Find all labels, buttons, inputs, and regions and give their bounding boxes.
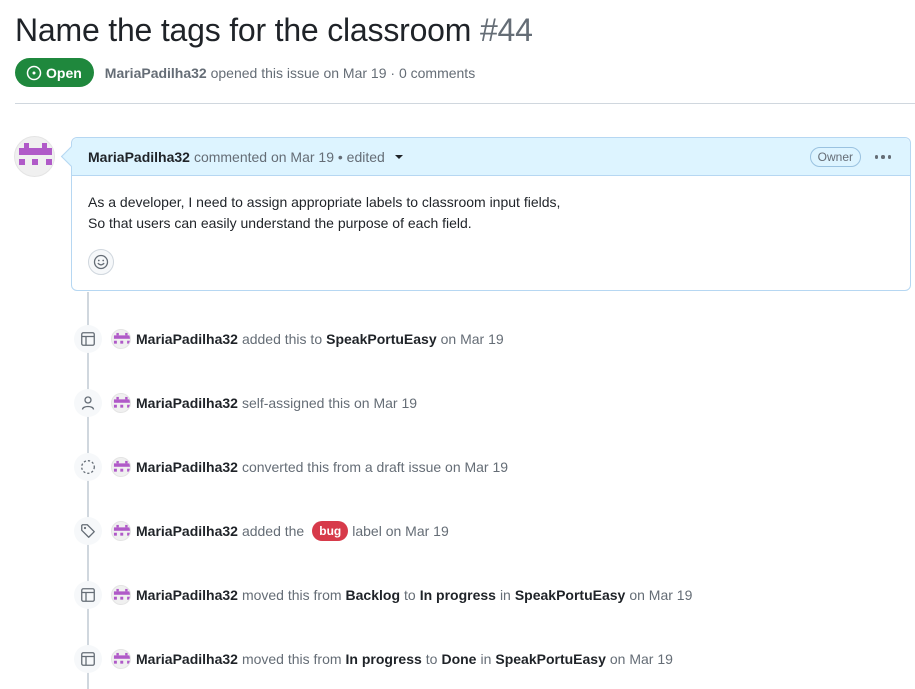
project-link[interactable]: SpeakPortuEasy: [495, 651, 606, 667]
project-icon: [81, 652, 95, 666]
avatar[interactable]: [111, 649, 131, 669]
issue-title: Name the tags for the classroom #44: [15, 12, 533, 49]
add-reaction-button[interactable]: [88, 249, 114, 275]
event-date: on Mar 19: [440, 331, 504, 347]
to-column: Done: [441, 651, 477, 667]
comment-header: MariaPadilha32 commented on Mar 19 • edi…: [72, 138, 910, 176]
issue-comment: MariaPadilha32 commented on Mar 19 • edi…: [71, 137, 911, 291]
timeline-event: MariaPadilha32 moved this from In progre…: [74, 645, 677, 673]
actor-link[interactable]: MariaPadilha32: [136, 523, 238, 539]
comment-body: As a developer, I need to assign appropr…: [72, 176, 910, 234]
project-link[interactable]: SpeakPortuEasy: [326, 331, 437, 347]
event-date: label on Mar 19: [352, 523, 449, 539]
project-link[interactable]: SpeakPortuEasy: [515, 587, 626, 603]
from-column: In progress: [345, 651, 422, 667]
project-icon: [81, 332, 95, 346]
open-state-badge: Open: [15, 58, 94, 87]
timeline-event: MariaPadilha32 added the bug label on Ma…: [74, 517, 449, 545]
owner-badge: Owner: [809, 147, 861, 167]
to-column: In progress: [419, 587, 496, 603]
actor-link[interactable]: MariaPadilha32: [136, 331, 238, 347]
person-icon: [81, 396, 95, 410]
comment-author-link[interactable]: MariaPadilha32: [88, 149, 190, 165]
issue-number: #44: [479, 12, 533, 48]
event-text: to: [425, 651, 438, 667]
bug-label[interactable]: bug: [312, 521, 349, 541]
event-text: added this to: [241, 331, 323, 347]
timeline-event: MariaPadilha32 moved this from Backlog t…: [74, 581, 696, 609]
from-column: Backlog: [345, 587, 400, 603]
project-icon: [81, 588, 95, 602]
header-divider: [15, 103, 915, 104]
avatar-identicon-icon: [19, 143, 52, 165]
avatar[interactable]: [111, 585, 131, 605]
issue-open-icon: [26, 65, 42, 80]
event-text: converted this from a draft issue on Mar…: [241, 459, 509, 475]
draft-issue-icon: [81, 460, 95, 474]
event-text: self-assigned this on Mar 19: [241, 395, 418, 411]
smiley-icon: [93, 254, 109, 270]
tag-icon: [81, 524, 95, 538]
event-date: on Mar 19: [629, 587, 693, 603]
event-text: in: [480, 651, 492, 667]
actor-link[interactable]: MariaPadilha32: [136, 587, 238, 603]
avatar[interactable]: [111, 393, 131, 413]
issue-title-text: Name the tags for the classroom: [15, 12, 472, 48]
comment-action-text: commented on Mar 19 • edited: [193, 148, 385, 165]
event-text: to: [404, 587, 416, 603]
issue-state-row: Open MariaPadilha32 opened this issue on…: [15, 58, 475, 87]
comment-line-2: So that users can easily understand the …: [88, 215, 472, 231]
actor-link[interactable]: MariaPadilha32: [136, 395, 238, 411]
actor-link[interactable]: MariaPadilha32: [136, 459, 238, 475]
avatar[interactable]: [111, 457, 131, 477]
edited-dropdown[interactable]: [389, 154, 403, 159]
event-text: in: [499, 587, 511, 603]
event-date: on Mar 19: [609, 651, 673, 667]
timeline-event: MariaPadilha32 added this to SpeakPortuE…: [74, 325, 508, 353]
timeline-event: MariaPadilha32 converted this from a dra…: [74, 453, 512, 481]
actor-link[interactable]: MariaPadilha32: [136, 651, 238, 667]
chevron-down-icon: [394, 154, 403, 159]
comment-line-1: As a developer, I need to assign appropr…: [88, 194, 561, 210]
kebab-menu-button[interactable]: [868, 146, 898, 168]
avatar[interactable]: [111, 521, 131, 541]
author-avatar[interactable]: [14, 136, 55, 177]
event-text: moved this from: [241, 587, 342, 603]
event-text: added the: [241, 523, 305, 539]
issue-meta: MariaPadilha32 opened this issue on Mar …: [105, 65, 475, 81]
issue-author-link[interactable]: MariaPadilha32: [105, 65, 207, 81]
avatar[interactable]: [111, 329, 131, 349]
issue-meta-text: opened this issue on Mar 19 · 0 comments: [210, 64, 476, 81]
state-label: Open: [46, 64, 82, 81]
timeline-event: MariaPadilha32 self-assigned this on Mar…: [74, 389, 421, 417]
event-text: moved this from: [241, 651, 342, 667]
